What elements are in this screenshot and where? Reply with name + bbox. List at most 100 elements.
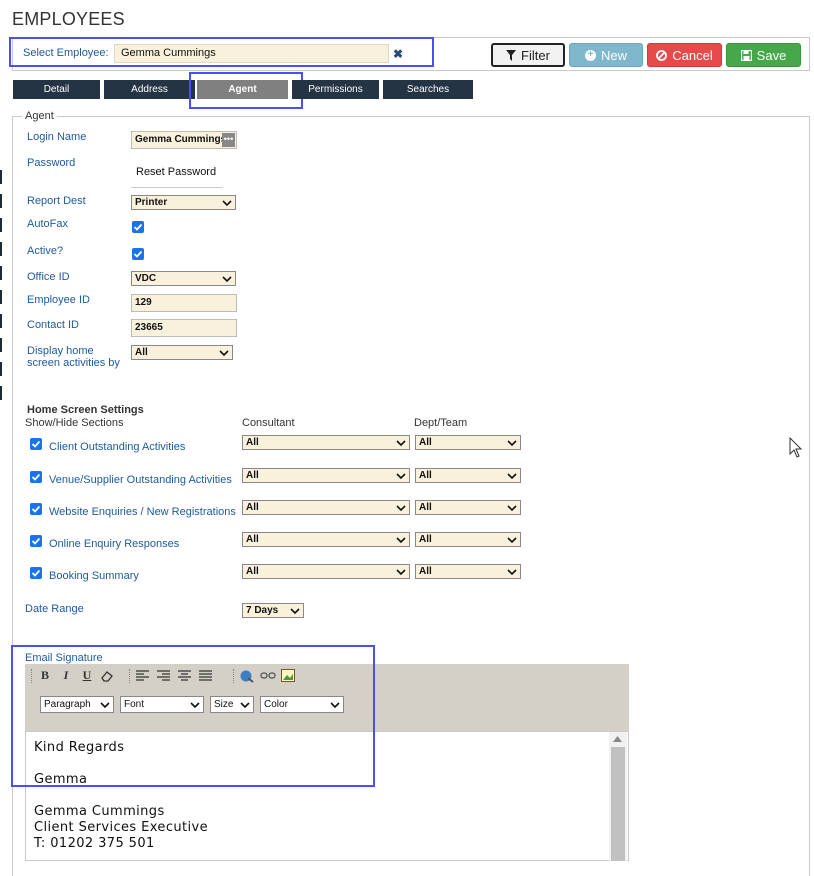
section-checkbox[interactable] <box>30 535 42 547</box>
dept-select[interactable]: All <box>415 500 521 515</box>
save-button[interactable]: Save <box>726 43 801 67</box>
dept-value: All <box>419 502 432 513</box>
consultant-select[interactable]: All <box>242 564 410 579</box>
signature-line: Client Services Executive <box>34 820 209 835</box>
edge-marker <box>0 170 2 184</box>
dept-select[interactable]: All <box>415 564 521 579</box>
contact-id-label: Contact ID <box>27 319 79 331</box>
chevron-down-icon <box>396 472 406 479</box>
password-label: Password <box>27 157 76 169</box>
dept-select[interactable]: All <box>415 435 521 450</box>
chevron-down-icon <box>396 439 406 446</box>
password-divider <box>131 187 223 188</box>
date-range-label: Date Range <box>25 603 84 615</box>
dept-value: All <box>419 470 432 481</box>
new-button-label: New <box>600 47 627 63</box>
date-range-select[interactable]: 7 Days <box>242 603 304 618</box>
save-icon <box>740 49 752 61</box>
check-icon <box>133 223 143 231</box>
consultant-value: All <box>246 470 259 481</box>
chevron-down-icon <box>507 536 517 543</box>
edge-marker <box>0 362 2 376</box>
section-label: Booking Summary <box>49 570 139 582</box>
display-by-label-line2: screen activities by <box>27 357 120 369</box>
plus-circle-icon: + <box>584 49 596 61</box>
chevron-down-icon <box>219 349 229 356</box>
office-id-value: VDC <box>135 273 157 284</box>
display-by-label-line1: Display home <box>27 345 94 357</box>
show-hide-heading: Show/Hide Sections <box>25 417 124 429</box>
dept-value: All <box>419 566 432 577</box>
home-screen-title: Home Screen Settings <box>27 404 144 416</box>
consultant-value: All <box>246 534 259 545</box>
select-employee-label: Select Employee: <box>23 47 109 59</box>
section-checkbox[interactable] <box>30 438 42 450</box>
employee-id-input[interactable]: 129 <box>131 294 237 312</box>
consultant-select[interactable]: All <box>242 435 410 450</box>
chevron-down-icon <box>507 568 517 575</box>
dept-value: All <box>419 534 432 545</box>
consultant-select[interactable]: All <box>242 468 410 483</box>
office-id-label: Office ID <box>27 271 70 283</box>
autofax-label: AutoFax <box>27 218 68 230</box>
dept-value: All <box>419 437 432 448</box>
chevron-down-icon <box>507 439 517 446</box>
cancel-button[interactable]: Cancel <box>647 43 722 67</box>
reset-password-link[interactable]: Reset Password <box>136 166 216 178</box>
dept-select[interactable]: All <box>415 468 521 483</box>
signature-highlight <box>11 645 375 787</box>
edge-marker <box>0 218 2 232</box>
signature-line: Gemma Cummings <box>34 804 165 819</box>
date-range-value: 7 Days <box>246 605 279 616</box>
tab-searches[interactable]: Searches <box>383 80 473 99</box>
edge-marker <box>0 290 2 304</box>
section-checkbox[interactable] <box>30 503 42 515</box>
autofax-checkbox[interactable] <box>132 221 144 233</box>
consultant-heading: Consultant <box>242 417 295 429</box>
display-by-select[interactable]: All <box>131 345 233 360</box>
consultant-select[interactable]: All <box>242 500 410 515</box>
filter-button[interactable]: Filter <box>491 43 565 67</box>
ban-icon <box>656 49 668 61</box>
edge-marker <box>0 314 2 328</box>
section-checkbox[interactable] <box>30 567 42 579</box>
new-button[interactable]: + New <box>569 43 643 67</box>
contact-id-input[interactable]: 23665 <box>131 319 237 337</box>
consultant-select[interactable]: All <box>242 532 410 547</box>
chevron-down-icon <box>396 504 406 511</box>
tab-permissions[interactable]: Permissions <box>292 80 379 99</box>
check-icon <box>31 537 41 545</box>
check-icon <box>31 505 41 513</box>
dept-team-heading: Dept/Team <box>414 417 468 429</box>
section-label: Website Enquiries / New Registrations <box>49 506 236 518</box>
clear-employee-icon[interactable]: ✖ <box>393 47 403 61</box>
chevron-down-icon <box>222 199 232 206</box>
dept-select[interactable]: All <box>415 532 521 547</box>
more-icon[interactable]: ••• <box>222 133 235 147</box>
active-label: Active? <box>27 245 64 257</box>
signature-line: T: 01202 375 501 <box>34 836 155 851</box>
tab-address[interactable]: Address <box>104 80 195 99</box>
tab-detail[interactable]: Detail <box>13 80 100 99</box>
cancel-button-label: Cancel <box>672 47 713 63</box>
filter-icon <box>506 49 517 61</box>
edge-marker <box>0 266 2 280</box>
office-id-select[interactable]: VDC <box>131 271 236 286</box>
check-icon <box>31 569 41 577</box>
chevron-down-icon <box>396 568 406 575</box>
check-icon <box>133 250 143 258</box>
scrollbar-thumb[interactable] <box>611 747 625 861</box>
edge-marker <box>0 386 2 400</box>
login-name-label: Login Name <box>27 131 87 143</box>
chevron-down-icon <box>290 607 300 614</box>
report-dest-select[interactable]: Printer <box>131 195 236 210</box>
section-checkbox[interactable] <box>30 471 42 483</box>
agent-legend: Agent <box>22 110 57 122</box>
chevron-down-icon <box>396 536 406 543</box>
report-dest-value: Printer <box>135 197 168 208</box>
active-checkbox[interactable] <box>132 248 144 260</box>
scroll-up-icon[interactable] <box>613 736 622 742</box>
select-employee-input[interactable]: Gemma Cummings <box>114 44 389 63</box>
section-label: Venue/Supplier Outstanding Activities <box>49 474 232 486</box>
agent-tab-highlight <box>189 72 303 109</box>
